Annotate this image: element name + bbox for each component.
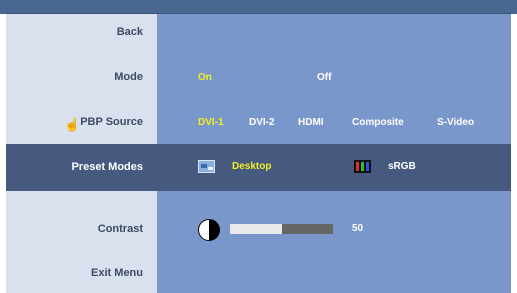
menu-item-mode[interactable]: Mode [6, 71, 143, 83]
pbp-source-svideo[interactable]: S-Video [437, 117, 474, 128]
right-border [511, 14, 517, 293]
contrast-slider[interactable] [230, 224, 333, 234]
desktop-preset-icon [198, 160, 215, 173]
menu-item-back[interactable]: Back [6, 26, 143, 38]
preset-option-desktop[interactable]: Desktop [232, 161, 271, 172]
menu-item-exit[interactable]: Exit Menu [6, 267, 143, 279]
contrast-slider-fill [230, 224, 282, 234]
menu-item-pbp-source[interactable]: PBP Source [6, 116, 143, 128]
mode-option-off[interactable]: Off [317, 72, 331, 83]
header-bar [0, 0, 517, 14]
menu-item-preset-modes[interactable]: Preset Modes [6, 161, 143, 173]
pbp-source-hdmi[interactable]: HDMI [298, 117, 324, 128]
preset-option-srgb[interactable]: sRGB [388, 161, 416, 172]
pbp-source-dvi2[interactable]: DVI-2 [249, 117, 275, 128]
contrast-half-circle-icon [198, 219, 220, 241]
pbp-source-composite[interactable]: Composite [352, 117, 404, 128]
menu-item-contrast[interactable]: Contrast [6, 223, 143, 235]
osd-menu: Back Mode On Off ☝ PBP Source DVI-1 DVI-… [0, 0, 517, 293]
srgb-preset-icon [354, 160, 371, 173]
pbp-source-dvi1[interactable]: DVI-1 [198, 117, 224, 128]
mode-option-on[interactable]: On [198, 72, 212, 83]
contrast-value: 50 [352, 223, 364, 234]
